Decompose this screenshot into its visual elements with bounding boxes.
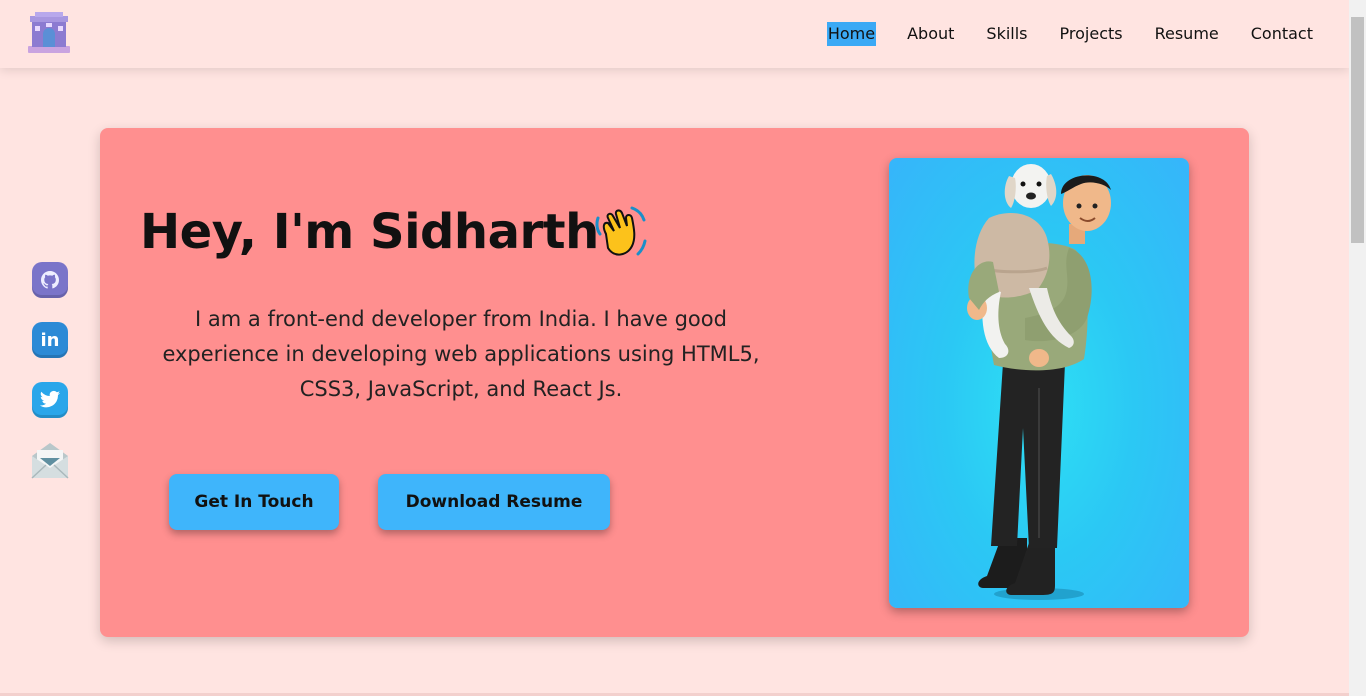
download-resume-button[interactable]: Download Resume	[378, 474, 610, 530]
waving-hand-icon	[595, 206, 647, 256]
scrollbar-thumb[interactable]	[1351, 17, 1364, 243]
linkedin-icon[interactable]: in	[32, 322, 68, 358]
hero-heading: Hey, I'm Sidharth	[140, 204, 599, 260]
nav-contact[interactable]: Contact	[1250, 22, 1314, 46]
main-nav: Home About Skills Projects Resume Contac…	[826, 22, 1314, 46]
nav-resume[interactable]: Resume	[1154, 22, 1220, 46]
nav-projects[interactable]: Projects	[1059, 22, 1124, 46]
hero-intro: I am a front-end developer from India. I…	[162, 307, 760, 401]
hero-card: Hey, I'm Sidharth I am a front-end devel…	[100, 128, 1249, 637]
avatar-illustration	[889, 158, 1189, 608]
twitter-icon[interactable]	[32, 382, 68, 418]
top-navbar: Home About Skills Projects Resume Contac…	[0, 0, 1349, 68]
india-gate-icon[interactable]	[26, 10, 72, 54]
get-in-touch-button[interactable]: Get In Touch	[169, 474, 339, 530]
nav-about[interactable]: About	[906, 22, 955, 46]
github-icon[interactable]	[32, 262, 68, 298]
envelope-icon[interactable]	[30, 440, 70, 480]
nav-home[interactable]: Home	[826, 22, 877, 46]
nav-skills[interactable]: Skills	[985, 22, 1028, 46]
